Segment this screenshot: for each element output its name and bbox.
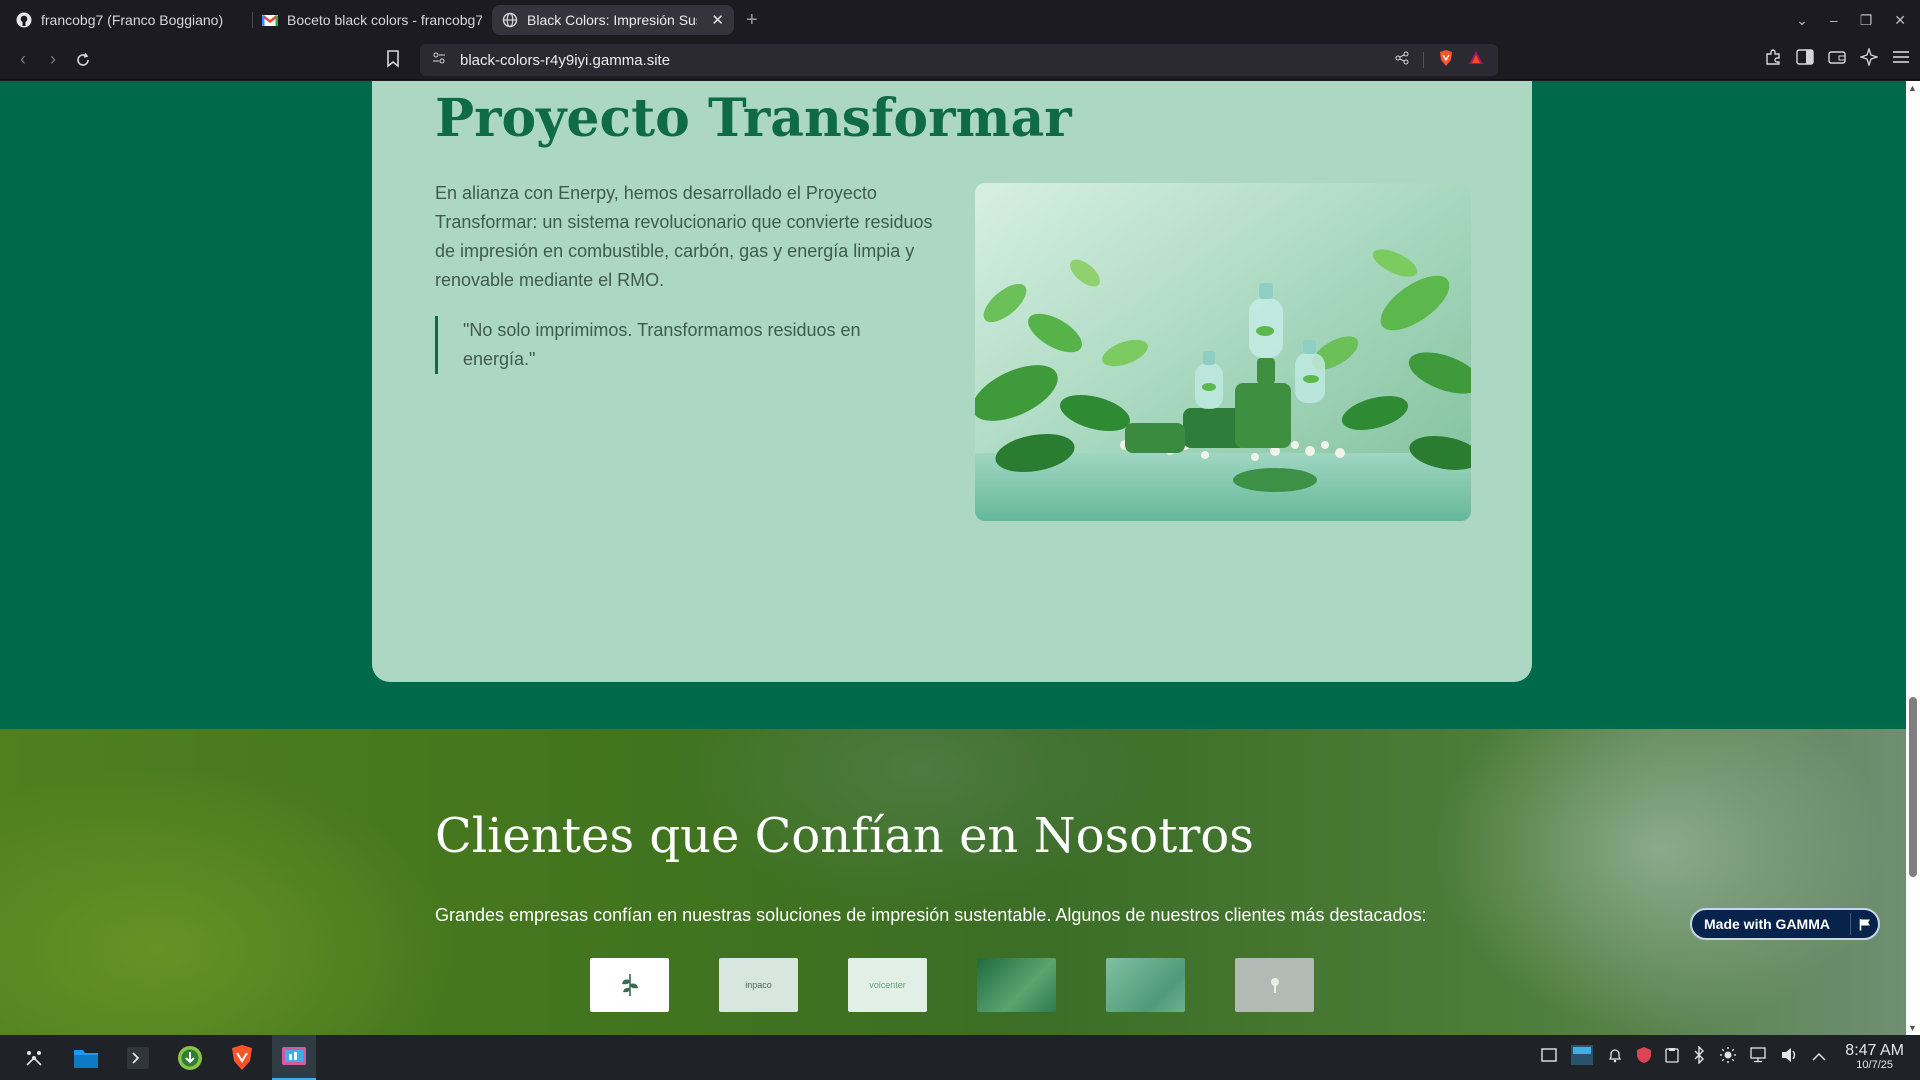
site-settings-icon[interactable] (432, 51, 446, 69)
url-text: black-colors-r4y9iyi.gamma.site (460, 51, 671, 69)
task-manager-icon[interactable] (272, 1035, 316, 1080)
tray-expand-chevron-icon[interactable] (1812, 1049, 1826, 1067)
tab-list-chevron-icon[interactable]: ⌄ (1796, 12, 1808, 29)
close-window-icon[interactable]: ✕ (1894, 12, 1906, 29)
made-with-gamma-badge[interactable]: Made with GAMMA (1690, 908, 1880, 940)
file-manager-icon[interactable] (64, 1035, 108, 1080)
new-tab-icon[interactable]: + (746, 9, 758, 32)
address-bar[interactable]: black-colors-r4y9iyi.gamma.site (420, 44, 1498, 76)
client-logo-leaf (590, 958, 669, 1012)
client-logo-voicenter: voicenter (848, 958, 927, 1012)
clock-date: 10/7/25 (1856, 1058, 1893, 1071)
page-scrollbar[interactable]: ▲ ▼ (1906, 81, 1920, 1035)
project-title: Proyecto Transformar (435, 88, 1072, 149)
globe-icon (502, 12, 518, 28)
clock[interactable]: 8:47 AM 10/7/25 (1845, 1041, 1904, 1072)
clients-section: Clientes que Confían en Nosotros Grandes… (0, 729, 1906, 1035)
tab-bar: francobg7 (Franco Boggiano) Boceto black… (0, 0, 1920, 40)
sidebar-icon[interactable] (1796, 49, 1814, 70)
download-manager-icon[interactable] (168, 1035, 212, 1080)
brave-browser-icon[interactable] (220, 1035, 264, 1080)
clipboard-icon[interactable] (1665, 1047, 1679, 1068)
client-logo-grey-plant (1235, 958, 1314, 1012)
project-quote: "No solo imprimimos. Transformamos resid… (435, 316, 905, 374)
menu-icon[interactable] (1892, 50, 1910, 69)
gmail-icon (262, 12, 278, 28)
project-card: Proyecto Transformar En alianza con Ener… (372, 81, 1532, 682)
reload-icon[interactable] (68, 45, 98, 75)
scroll-up-icon[interactable]: ▲ (1908, 83, 1917, 93)
tab-github[interactable]: francobg7 (Franco Boggiano) (6, 5, 253, 35)
client-logos: inpaco voicenter (590, 958, 1314, 1012)
show-desktop-icon[interactable] (1541, 1048, 1557, 1067)
clients-title: Clientes que Confían en Nosotros (435, 808, 1254, 864)
volume-icon[interactable] (1781, 1047, 1799, 1068)
bookmark-icon[interactable] (386, 50, 400, 73)
client-logo-green-bottle (1106, 958, 1185, 1012)
scrollbar-thumb[interactable] (1909, 697, 1917, 877)
github-icon (16, 12, 32, 28)
app-launcher-icon[interactable] (12, 1035, 56, 1080)
brave-shields-icon[interactable] (1438, 49, 1454, 71)
extensions-icon[interactable] (1764, 48, 1782, 71)
minimize-icon[interactable]: – (1830, 12, 1838, 28)
tab-label: francobg7 (Franco Boggiano) (41, 12, 224, 28)
tab-label: Boceto black colors - francobg7@ (287, 12, 482, 28)
bluetooth-icon[interactable] (1692, 1045, 1706, 1069)
flag-icon[interactable] (1850, 913, 1872, 935)
page-viewport: Proyecto Transformar En alianza con Ener… (0, 81, 1906, 1035)
eco-bottles-image (975, 183, 1471, 521)
browser-toolbar: ‹ › black-colors-r4y9iyi.gamma.site (0, 40, 1920, 80)
system-tray: 8:47 AM 10/7/25 (1541, 1035, 1920, 1080)
back-icon[interactable]: ‹ (8, 45, 38, 75)
tab-label: Black Colors: Impresión Sust (527, 12, 697, 28)
vpn-shield-icon[interactable] (1636, 1046, 1652, 1069)
client-logo-green-leaves (977, 958, 1056, 1012)
brightness-icon[interactable] (1719, 1046, 1737, 1069)
restore-icon[interactable]: ❐ (1860, 12, 1873, 29)
leo-ai-icon[interactable] (1858, 46, 1880, 71)
share-icon[interactable] (1395, 51, 1409, 69)
scroll-down-icon[interactable]: ▼ (1908, 1023, 1917, 1033)
tab-gmail[interactable]: Boceto black colors - francobg7@ (252, 5, 492, 35)
forward-icon[interactable]: › (38, 45, 68, 75)
clock-time: 8:47 AM (1845, 1041, 1904, 1059)
os-taskbar: 8:47 AM 10/7/25 (0, 1035, 1920, 1080)
clients-subtitle: Grandes empresas confían en nuestras sol… (435, 905, 1427, 925)
workspace-pager-icon[interactable] (1570, 1044, 1594, 1071)
client-logo-inpaco: inpaco (719, 958, 798, 1012)
network-icon[interactable] (1750, 1047, 1768, 1068)
wallet-icon[interactable] (1828, 49, 1846, 70)
terminal-icon[interactable] (116, 1035, 160, 1080)
tab-black-colors[interactable]: Black Colors: Impresión Sust ✕ (492, 5, 734, 35)
project-paragraph: En alianza con Enerpy, hemos desarrollad… (435, 183, 933, 290)
brave-rewards-icon[interactable] (1468, 50, 1484, 70)
close-tab-icon[interactable]: ✕ (711, 11, 724, 29)
notifications-icon[interactable] (1607, 1047, 1623, 1068)
